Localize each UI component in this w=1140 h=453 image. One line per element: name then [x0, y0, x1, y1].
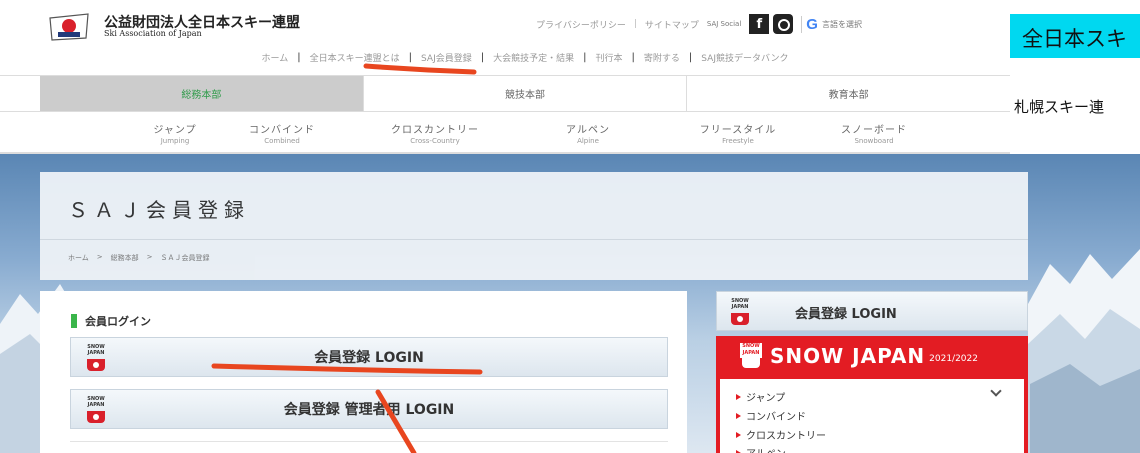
tab-education[interactable]: 教育本部	[687, 76, 1011, 111]
utility-links: プライバシーポリシー | サイトマップ SAJ Social f G 言語を選択	[536, 14, 862, 34]
triangle-bullet-icon	[736, 393, 741, 400]
discipline-label-en: Combined	[264, 137, 300, 145]
site-header: 公益財団法人全日本スキー連盟 Ski Association of Japan …	[0, 0, 1010, 75]
chevron-down-icon[interactable]	[990, 385, 1002, 397]
triangle-bullet-icon	[736, 449, 741, 453]
nav-about[interactable]: 全日本スキー連盟とは	[310, 51, 400, 64]
breadcrumb-general-affairs[interactable]: 総務本部	[111, 253, 139, 263]
page-title: ＳＡＪ会員登録	[68, 198, 250, 222]
google-translate-icon: G	[806, 15, 818, 33]
global-nav: ホーム | 全日本スキー連盟とは | SAJ会員登録 | 大会競技予定・結果 | 刊行本…	[261, 51, 789, 64]
overlay-banner-text: 全日本スキ	[1022, 27, 1127, 51]
discipline-label: クロスカントリー	[391, 125, 479, 136]
member-login-section: 会員ログイン SNOW JAPAN 会員登録 LOGIN SNOW JAPAN …	[40, 291, 687, 453]
division-tabs-spacer	[0, 75, 40, 112]
nav-member-registration[interactable]: SAJ会員登録	[421, 51, 472, 64]
language-select[interactable]: G 言語を選択	[801, 15, 862, 33]
breadcrumb: ホーム > 総務本部 > ＳＡＪ会員登録	[68, 253, 218, 263]
snow-japan-item-label: アルペン	[746, 445, 786, 453]
heading-marker	[71, 314, 77, 328]
snow-japan-item-alpine[interactable]: アルペン	[736, 445, 786, 453]
breadcrumb-current: ＳＡＪ会員登録	[160, 254, 210, 262]
discipline-jumping[interactable]: ジャンプ Jumping	[134, 121, 216, 145]
overlay-subtext-area: 札幌スキー連	[1010, 75, 1140, 153]
discipline-label-en: Freestyle	[722, 137, 754, 145]
discipline-label: ジャンプ	[153, 125, 197, 136]
snow-japan-logo-icon: SNOW JAPAN	[740, 343, 762, 369]
instagram-icon[interactable]	[773, 14, 794, 34]
triangle-bullet-icon	[736, 431, 741, 438]
snow-japan-header[interactable]: SNOW JAPAN SNOW JAPAN 2021/2022	[716, 336, 1028, 376]
division-tabs: 総務本部 競技本部 教育本部	[40, 75, 1011, 112]
triangle-bullet-icon	[736, 412, 741, 419]
snow-japan-title: SNOW JAPAN	[770, 344, 926, 368]
sidebar-login-button[interactable]: SNOW JAPAN 会員登録 LOGIN	[716, 291, 1028, 331]
snow-japan-item-label: コンバインド	[746, 412, 806, 423]
snow-japan-badge-icon: SNOW JAPAN	[729, 298, 751, 326]
discipline-label: コンバインド	[249, 125, 315, 136]
language-select-label: 言語を選択	[821, 19, 862, 29]
section-heading-text: 会員ログイン	[85, 315, 151, 328]
snow-japan-panel: SNOW JAPAN SNOW JAPAN 2021/2022 ジャンプ コンバ…	[716, 336, 1028, 453]
discipline-label-en: Snowboard	[854, 137, 894, 145]
discipline-label-en: Cross-Country	[410, 137, 460, 145]
sidebar-login-label: 会員登録 LOGIN	[795, 307, 897, 322]
nav-data-bank[interactable]: SAJ競技データバンク	[701, 51, 788, 64]
utility-separator: |	[633, 19, 637, 29]
discipline-cross-country[interactable]: クロスカントリー Cross-Country	[372, 121, 498, 145]
badge-text: SNOW JAPAN	[740, 343, 762, 358]
facebook-icon[interactable]: f	[749, 14, 770, 34]
section-divider	[70, 441, 668, 442]
snow-japan-season: 2021/2022	[929, 354, 978, 364]
social-label: SAJ Social	[706, 20, 742, 28]
breadcrumb-separator: >	[146, 253, 153, 261]
admin-login-button[interactable]: SNOW JAPAN 会員登録 管理者用 LOGIN	[70, 389, 668, 429]
nav-schedule-results[interactable]: 大会競技予定・結果	[493, 51, 574, 64]
discipline-nav: ジャンプ Jumping コンバインド Combined クロスカントリー Cr…	[0, 112, 1010, 154]
title-divider	[40, 239, 1028, 240]
discipline-label-en: Jumping	[160, 137, 190, 145]
discipline-snowboard[interactable]: スノーボード Snowboard	[818, 121, 930, 145]
overlay-subtext: 札幌スキー連	[1014, 98, 1105, 116]
discipline-label: フリースタイル	[699, 125, 777, 136]
breadcrumb-home[interactable]: ホーム	[68, 253, 89, 263]
nav-home[interactable]: ホーム	[262, 51, 289, 64]
discipline-label: アルペン	[566, 125, 610, 136]
breadcrumb-separator: >	[96, 253, 103, 261]
snow-japan-item-cross-country[interactable]: クロスカントリー	[736, 427, 826, 442]
member-login-button[interactable]: SNOW JAPAN 会員登録 LOGIN	[70, 337, 668, 377]
discipline-label-en: Alpine	[577, 137, 599, 145]
tab-competition[interactable]: 競技本部	[363, 76, 688, 111]
discipline-alpine[interactable]: アルペン Alpine	[548, 121, 628, 145]
snow-japan-item-label: ジャンプ	[746, 393, 786, 404]
snow-japan-list: ジャンプ コンバインド クロスカントリー アルペン	[720, 379, 1024, 453]
overlay-banner: 全日本スキ	[1010, 14, 1140, 58]
member-login-label: 会員登録 LOGIN	[314, 350, 424, 366]
badge-text: SNOW JAPAN	[731, 298, 749, 310]
section-heading: 会員ログイン	[71, 313, 151, 329]
discipline-label: スノーボード	[841, 125, 907, 136]
snow-japan-item-label: クロスカントリー	[746, 431, 826, 442]
saj-logo[interactable]	[48, 12, 92, 42]
discipline-combined[interactable]: コンバインド Combined	[226, 121, 338, 145]
org-name-en: Ski Association of Japan	[104, 29, 202, 38]
page-title-card: ＳＡＪ会員登録 ホーム > 総務本部 > ＳＡＪ会員登録	[40, 172, 1028, 280]
nav-donate[interactable]: 寄附する	[644, 51, 680, 64]
snow-japan-item-jumping[interactable]: ジャンプ	[736, 389, 785, 404]
privacy-policy-link[interactable]: プライバシーポリシー	[536, 18, 626, 31]
tab-general-affairs[interactable]: 総務本部	[40, 76, 364, 111]
nav-publications[interactable]: 刊行本	[596, 51, 623, 64]
snow-japan-item-combined[interactable]: コンバインド	[736, 408, 806, 423]
admin-login-label: 会員登録 管理者用 LOGIN	[283, 402, 455, 418]
sitemap-link[interactable]: サイトマップ	[645, 18, 699, 31]
discipline-freestyle[interactable]: フリースタイル Freestyle	[678, 121, 798, 145]
